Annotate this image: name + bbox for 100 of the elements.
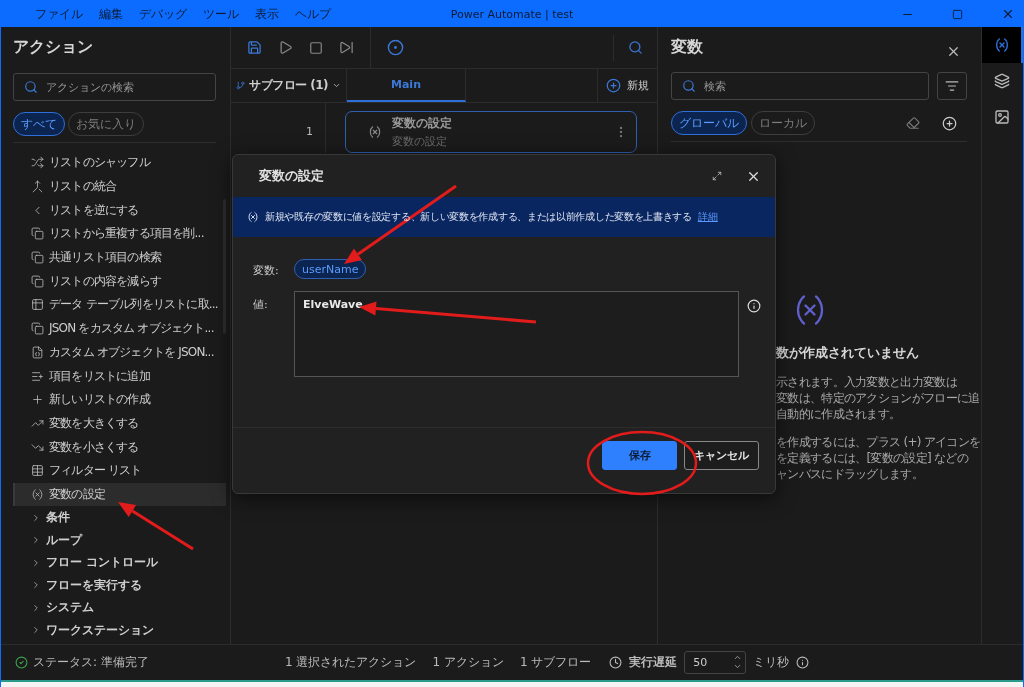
branch-icon — [236, 79, 245, 92]
action-item[interactable]: 共通リスト項目の検索 — [13, 245, 226, 270]
list-plus-icon — [31, 369, 44, 383]
action-group[interactable]: フローを実行する — [13, 573, 226, 597]
empty-text: 自動的に作成されます。 — [776, 406, 901, 422]
cancel-button[interactable]: キャンセル — [684, 441, 759, 470]
action-group[interactable]: 条件 — [13, 506, 226, 529]
action-subtitle: 変数の設定 — [392, 134, 448, 149]
unit-label: ミリ秒 — [753, 654, 790, 671]
search-field[interactable]: アクションの検索 — [13, 73, 216, 101]
check-icon — [15, 656, 28, 669]
empty-text: を定義するには、[変数の設定] などの — [776, 450, 968, 466]
field-label: 値: — [253, 297, 269, 312]
maximize-icon[interactable] — [952, 8, 963, 20]
empty-text: 示されます。入力変数と出力変数は — [776, 374, 957, 390]
variable-icon — [247, 211, 259, 223]
empty-heading: 数が作成されていません — [776, 344, 920, 362]
menu-item[interactable]: ヘルプ — [295, 5, 331, 23]
action-item[interactable]: JSON をカスタム オブジェクト... — [13, 316, 226, 341]
status-text: ステータス: 準備完了 — [33, 654, 149, 671]
menu-item[interactable]: ファイル — [35, 5, 83, 23]
action-group[interactable]: ループ — [13, 528, 226, 552]
delay-label: 実行遅延 — [629, 654, 678, 671]
add-icon — [606, 78, 621, 93]
search-icon — [24, 80, 38, 94]
action-group[interactable]: フロー コントロール — [13, 551, 226, 574]
status-count: 1 アクション — [432, 654, 504, 671]
dialog-title: 変数の設定 — [259, 167, 325, 185]
empty-text: 変数は、特定のアクションがフローに追 — [776, 390, 980, 406]
clock-icon — [609, 656, 623, 669]
eraser-icon[interactable] — [906, 116, 920, 130]
filter-icon — [945, 79, 959, 93]
delay-field[interactable]: 50 — [684, 651, 747, 674]
record-icon[interactable] — [387, 39, 404, 56]
table-icon — [31, 298, 44, 312]
info-icon[interactable] — [796, 656, 810, 669]
plus-icon — [31, 393, 44, 407]
action-item[interactable]: リストから重複する項目を削... — [13, 222, 226, 246]
save-icon[interactable] — [247, 40, 262, 55]
status-count: 1 選択されたアクション — [285, 654, 417, 671]
table-icon — [31, 464, 44, 478]
file-icon — [31, 345, 44, 359]
action-item[interactable]: データ テーブル列をリストに取... — [13, 293, 226, 317]
scope-chip[interactable]: グローバル — [671, 111, 747, 135]
line-number: 1 — [231, 103, 326, 153]
panel-title: 変数 — [671, 37, 703, 58]
variable-icon — [31, 487, 44, 501]
action-card[interactable]: 変数の設定 変数の設定 — [345, 111, 637, 153]
empty-text: ャンバスにドラッグします。 — [776, 466, 923, 482]
action-item[interactable]: 変数を小さくする — [13, 435, 226, 459]
variable-icon — [368, 125, 382, 139]
menu-item[interactable]: デバッグ — [139, 5, 187, 23]
copy-icon — [31, 274, 44, 288]
filter-button[interactable] — [937, 72, 967, 100]
search-icon[interactable] — [628, 40, 643, 55]
search-field[interactable]: 検索 — [671, 72, 929, 100]
action-item[interactable]: リストのシャッフル — [13, 151, 226, 175]
action-item[interactable]: 変数の設定 — [13, 482, 226, 507]
action-item[interactable]: カスタム オブジェクトを JSON... — [13, 340, 226, 365]
filter-chip[interactable]: すべて — [13, 112, 65, 136]
action-title: 変数の設定 — [392, 115, 453, 132]
banner-text: 新規や既存の変数に値を設定する、新しい変数を作成する、または以前作成した変数を上書きする — [265, 210, 692, 224]
action-item[interactable]: リストを逆にする — [13, 198, 226, 223]
details-link[interactable]: 詳細 — [697, 210, 718, 224]
search-icon — [682, 79, 696, 93]
step-icon[interactable] — [339, 40, 354, 55]
action-item[interactable]: リストの内容を減らす — [13, 269, 226, 294]
field-label: 変数: — [253, 263, 280, 278]
tab[interactable]: Main — [347, 69, 466, 102]
action-item[interactable]: リストの統合 — [13, 174, 226, 199]
window-title: Power Automate | test — [450, 7, 574, 21]
action-item[interactable]: 変数を大きくする — [13, 411, 226, 436]
variable-icon[interactable] — [993, 37, 1010, 53]
menu-item[interactable]: 表示 — [255, 5, 279, 23]
shuffle-icon — [31, 156, 44, 170]
status-count: 1 サブフロー — [519, 654, 592, 671]
value-field[interactable]: ElveWave — [294, 291, 739, 377]
image-icon[interactable] — [993, 109, 1010, 125]
empty-text: を作成するには、プラス (+) アイコンを — [776, 434, 981, 450]
play-icon[interactable] — [278, 40, 293, 55]
spinner-icon[interactable] — [733, 653, 743, 671]
menu-item[interactable]: 編集 — [99, 5, 123, 23]
copy-icon — [31, 322, 44, 336]
save-button[interactable]: 保存 — [602, 441, 677, 470]
add-icon[interactable] — [942, 115, 957, 131]
action-item[interactable]: 項目をリストに追加 — [13, 364, 226, 388]
action-group[interactable]: システム — [13, 596, 226, 619]
new-button[interactable]: 新規 — [597, 69, 657, 102]
stop-icon[interactable] — [309, 40, 323, 55]
subflow-dropdown[interactable]: サブフロー (1) — [231, 69, 347, 102]
action-group[interactable]: ワークステーション — [13, 618, 226, 642]
expand-icon[interactable] — [712, 171, 722, 181]
info-icon[interactable] — [747, 299, 761, 313]
layers-icon[interactable] — [993, 73, 1010, 89]
action-item[interactable]: フィルター リスト — [13, 458, 226, 483]
copy-icon — [31, 251, 44, 265]
menu-item[interactable]: ツール — [203, 5, 239, 23]
variable-field[interactable]: userName — [294, 259, 367, 279]
action-item[interactable]: 新しいリストの作成 — [13, 387, 226, 412]
copy-icon — [31, 227, 44, 241]
